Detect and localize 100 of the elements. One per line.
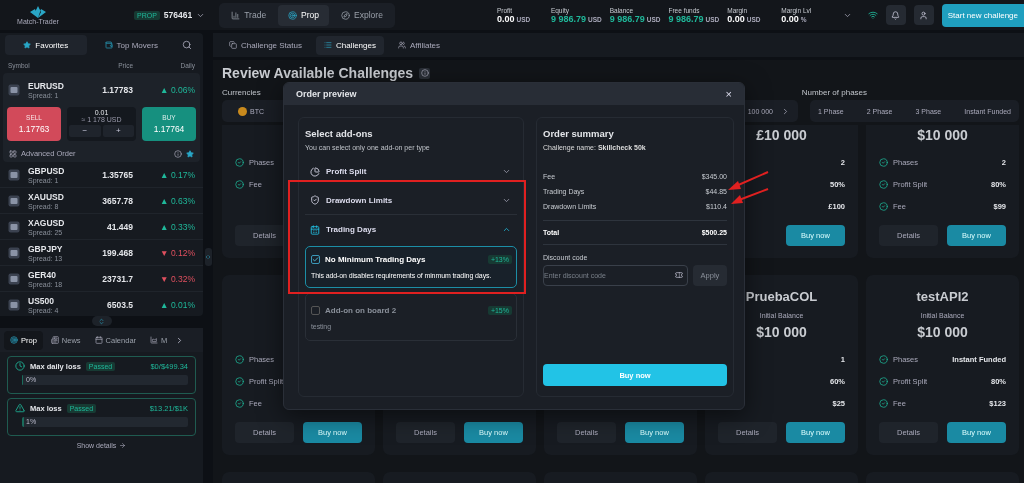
check-circle-icon xyxy=(879,157,888,167)
symbol-name: XAGUSD xyxy=(28,217,66,228)
chevron-down-icon xyxy=(502,167,511,176)
minus-button[interactable]: − xyxy=(69,125,101,137)
users-icon xyxy=(397,41,406,49)
content-tab[interactable]: Affiliates xyxy=(389,35,449,55)
dialog-title: Order preview xyxy=(296,89,357,99)
content-tab[interactable]: Challenges xyxy=(315,35,384,55)
check-circle-icon xyxy=(235,376,244,386)
bell-icon xyxy=(891,10,901,20)
balance-amount: $10 000 xyxy=(755,324,808,342)
symbol-icon xyxy=(8,194,20,207)
addon-group-header[interactable]: Drawdown Limits xyxy=(305,186,517,215)
nav-tab[interactable]: Prop xyxy=(278,4,330,26)
addon-group-header[interactable]: Trading Days xyxy=(305,215,517,244)
price: 23731.7 xyxy=(101,273,133,284)
ticket-icon xyxy=(675,271,683,279)
balance-amount: $10 000 xyxy=(916,324,969,342)
check-circle-icon xyxy=(235,354,244,364)
info-icon[interactable] xyxy=(174,149,182,158)
newspaper-icon xyxy=(50,336,59,344)
resize-handle[interactable] xyxy=(91,316,112,326)
info-button[interactable] xyxy=(419,67,431,79)
chart-icon xyxy=(150,336,159,344)
card-title: PruebaCOL xyxy=(744,289,819,306)
nav-tab[interactable]: Trade xyxy=(221,4,277,26)
daily-change: ▼ 0.12% xyxy=(159,247,195,258)
shield-icon xyxy=(310,195,320,205)
info-icon xyxy=(420,69,429,77)
calendar-icon xyxy=(310,224,320,235)
symbol-name: GER40 xyxy=(28,269,57,280)
symbol-icon xyxy=(8,272,20,285)
star-icon xyxy=(23,41,32,49)
symbol-name: GBPJPY xyxy=(28,243,64,254)
check-circle-icon xyxy=(235,179,244,189)
filter-label: Number of phases xyxy=(801,88,868,97)
target-icon xyxy=(10,336,18,344)
left-right-icon xyxy=(205,253,211,260)
calendar-icon xyxy=(94,336,103,344)
daily-change: ▼ 0.32% xyxy=(159,273,195,284)
daily-change: ▲ 0.33% xyxy=(159,221,195,232)
symbol-icon xyxy=(8,84,20,96)
user-icon xyxy=(919,10,929,20)
profile-button[interactable] xyxy=(913,5,934,25)
clock-icon xyxy=(15,361,25,371)
symbol-name: GBPUSD xyxy=(28,165,66,176)
collapse-handle[interactable] xyxy=(204,247,212,266)
watchlist-tab[interactable]: Favorites xyxy=(5,35,87,55)
search-icon[interactable] xyxy=(182,40,192,50)
daily-change: ▲ 0.06% xyxy=(159,85,195,95)
chevron-right-icon[interactable] xyxy=(781,106,790,116)
account-number: 576461 xyxy=(163,10,193,20)
bar-chart-icon xyxy=(231,10,241,20)
price: 199.468 xyxy=(101,247,133,258)
pointer-arrow xyxy=(728,171,769,190)
page-title: Review Available Challenges xyxy=(222,65,414,81)
symbol-icon xyxy=(8,168,20,181)
addon-group-header[interactable]: Profit Split xyxy=(305,157,517,186)
wallet-icon xyxy=(104,41,113,49)
panel-title: Select add-ons xyxy=(305,128,374,139)
price: 3657.78 xyxy=(101,195,133,206)
option-name: No Minimum Trading Days xyxy=(325,255,426,264)
card-title: testAPI2 xyxy=(915,289,970,306)
price: 6503.5 xyxy=(106,299,133,310)
price: 41.449 xyxy=(106,221,133,232)
logo-icon xyxy=(30,5,46,18)
daily-change: ▲ 0.01% xyxy=(159,299,195,310)
check-circle-icon xyxy=(879,179,888,189)
watchlist-tab[interactable]: Top Movers xyxy=(90,35,172,55)
copy-icon xyxy=(229,41,237,49)
check-icon xyxy=(312,256,319,263)
checkbox[interactable] xyxy=(311,306,320,315)
grid-icon xyxy=(9,149,17,158)
check-circle-icon xyxy=(879,354,888,364)
compass-icon xyxy=(341,10,351,20)
notifications-button[interactable] xyxy=(885,5,906,25)
symbol-icon xyxy=(8,220,20,233)
balance-amount: £10 000 xyxy=(755,127,808,145)
star-icon[interactable] xyxy=(186,149,194,158)
wifi-icon xyxy=(867,10,878,20)
checkbox[interactable] xyxy=(311,255,320,264)
check-circle-icon xyxy=(879,201,888,211)
list-icon xyxy=(323,41,332,49)
plus-button[interactable]: + xyxy=(102,125,134,137)
symbol-name: US500 xyxy=(28,295,55,306)
pie-chart-icon xyxy=(310,166,320,177)
up-down-icon xyxy=(98,317,105,325)
arrow-right-icon xyxy=(119,442,127,449)
symbol-name: XAUUSD xyxy=(28,191,65,202)
check-circle-icon xyxy=(235,398,244,408)
nav-tab[interactable]: Explore xyxy=(331,4,393,26)
symbol-name: EURUSD xyxy=(28,81,65,91)
close-button[interactable]: × xyxy=(725,88,732,100)
balance-amount: $10 000 xyxy=(916,127,969,145)
chevron-up-icon xyxy=(502,225,511,234)
symbol-icon xyxy=(8,246,20,259)
price: 1.17783 xyxy=(101,85,133,95)
content-tab[interactable]: Challenge Status xyxy=(221,35,310,55)
coin-icon xyxy=(238,106,247,116)
target-icon xyxy=(288,10,298,20)
